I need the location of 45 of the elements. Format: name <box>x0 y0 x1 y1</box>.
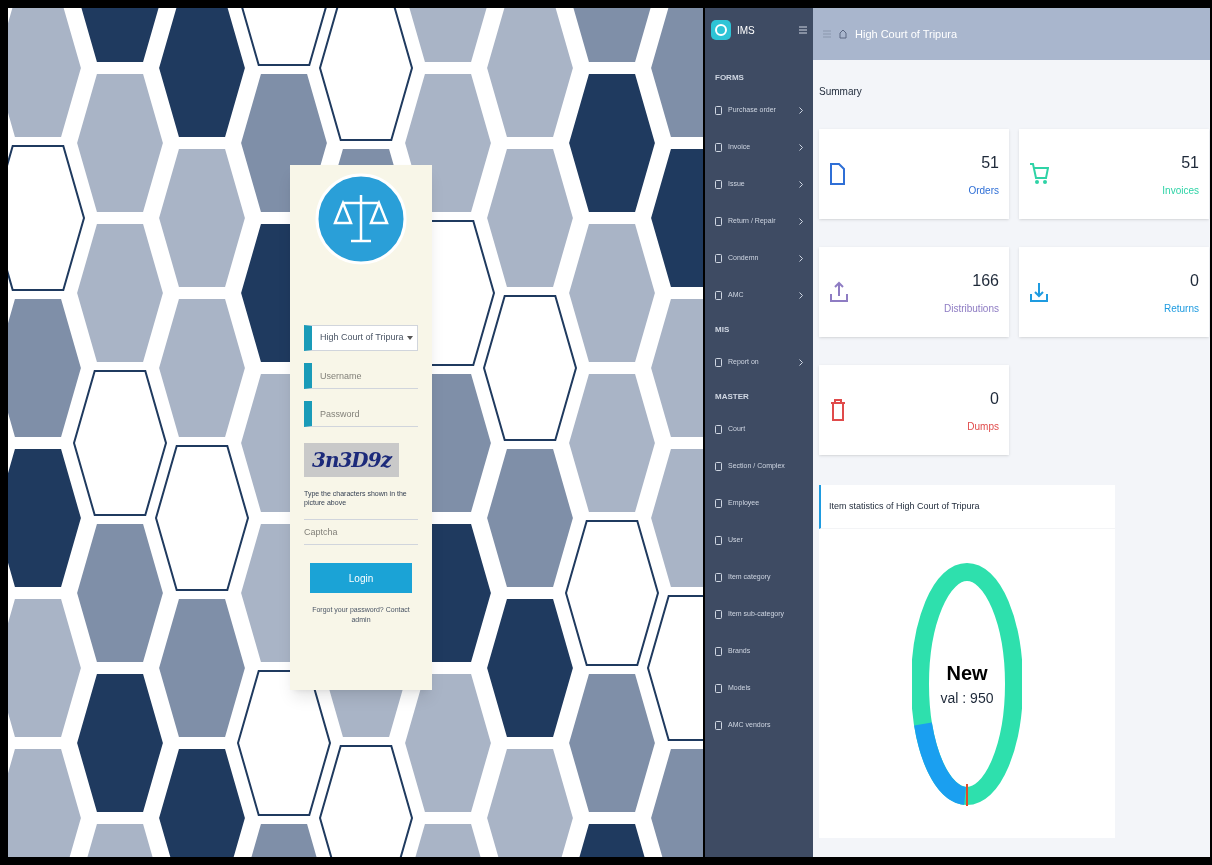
stat-label: Returns <box>1164 301 1199 316</box>
app-logo-icon <box>711 20 731 40</box>
item-icon <box>715 106 722 115</box>
sidebar-section-title: MIS <box>714 324 731 336</box>
password-field[interactable]: Password <box>304 401 418 427</box>
stat-label: Dumps <box>967 419 999 434</box>
sidebar-section-title: MASTER <box>714 391 750 403</box>
stat-label: Invoices <box>1162 183 1199 198</box>
chart-title: Item statistics of High Court of Tripura <box>829 499 980 513</box>
item-icon <box>715 254 722 263</box>
username-field[interactable]: Username <box>304 363 418 389</box>
stat-value: 0 <box>1190 270 1199 291</box>
item-icon <box>715 143 722 152</box>
header-title: High Court of Tripura <box>855 26 958 42</box>
home-icon[interactable] <box>839 29 847 39</box>
stat-value: 166 <box>972 270 999 291</box>
summary-title: Summary <box>819 85 863 99</box>
item-icon <box>715 217 722 226</box>
item-icon <box>715 684 722 693</box>
item-icon <box>715 610 722 619</box>
item-icon <box>715 180 722 189</box>
caret-icon <box>407 336 413 340</box>
scales-of-justice-icon <box>315 173 407 265</box>
item-icon <box>715 536 722 545</box>
item-icon <box>715 647 722 656</box>
captcha-image: 3n3D9z <box>304 443 399 477</box>
sidebar-section-title: FORMS <box>714 72 745 84</box>
stat-label: Orders <box>968 183 999 198</box>
stat-value: 51 <box>1181 152 1199 173</box>
donut-center-value: val : 950 <box>940 689 994 708</box>
item-icon <box>715 358 722 367</box>
donut-center-label: New <box>946 661 988 686</box>
stat-value: 51 <box>981 152 999 173</box>
court-select[interactable]: High Court of Tripura <box>304 325 418 351</box>
captcha-field[interactable]: Captcha <box>304 519 418 545</box>
item-icon <box>715 462 722 471</box>
item-icon <box>715 291 722 300</box>
item-icon <box>715 499 722 508</box>
app-name: IMS <box>737 23 756 38</box>
item-icon <box>715 721 722 730</box>
menu-icon[interactable] <box>799 25 807 35</box>
stat-label: Distributions <box>943 301 999 316</box>
item-icon <box>715 573 722 582</box>
stat-value: 0 <box>990 388 999 409</box>
item-icon <box>715 425 722 434</box>
